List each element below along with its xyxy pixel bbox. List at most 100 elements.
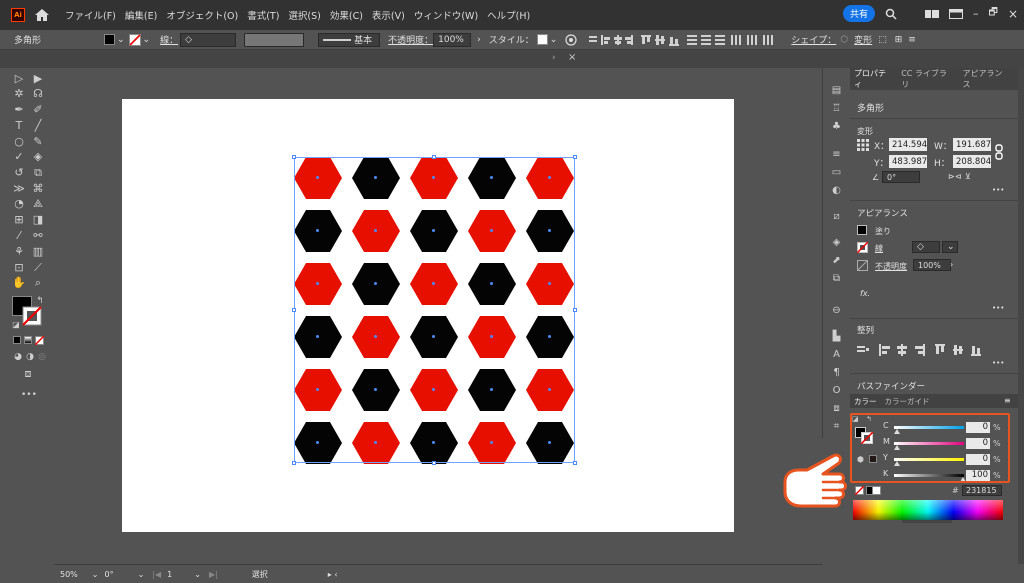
align-buttons[interactable] [857,344,987,356]
export-icon[interactable]: ⬈ [830,254,843,267]
chevron-right-icon[interactable]: › [950,260,953,269]
transform-label[interactable]: 変形 [854,33,872,46]
pen-tool-icon[interactable]: ✒ [12,103,26,117]
menu-window[interactable]: ウィンドウ(W) [414,8,478,22]
h-input[interactable]: 208.804 [953,155,991,168]
symbols-panel-icon[interactable]: ♣ [830,120,843,133]
menu-type[interactable]: 書式(T) [247,8,279,22]
resize-handle[interactable] [292,155,296,159]
layers-panel-icon[interactable]: ◈ [830,236,843,249]
pathfinder-panel-icon[interactable]: ⧈ [830,402,843,415]
rotation-value[interactable]: 0° [104,570,113,579]
search-icon[interactable] [885,8,897,20]
default-colors-icon[interactable]: ◪ [9,318,23,332]
w-input[interactable]: 191.687 [953,138,991,151]
minimize-button[interactable]: – [973,7,979,20]
lasso-tool-icon[interactable]: ☊ [31,87,45,101]
transparency-panel-icon[interactable]: ◐ [830,184,843,197]
resize-handle[interactable] [432,461,436,465]
character-panel-icon[interactable]: A [830,348,843,361]
menu-edit[interactable]: 編集(E) [125,8,157,22]
perspective-grid-tool-icon[interactable]: ⟁ [31,197,45,211]
shape-builder-tool-icon[interactable]: ◔ [12,197,26,211]
more-options-icon[interactable]: ••• [992,186,1004,194]
status-arrow-icon[interactable]: ▸ ‹ [328,570,338,579]
eraser-tool-icon[interactable]: ◈ [31,150,45,164]
recolor-icon[interactable] [565,33,577,46]
artboards-panel-icon[interactable]: ⧉ [830,272,843,285]
stroke-swatch[interactable] [128,33,141,46]
stroke-weight-dropdown[interactable]: ⌄ [942,241,958,253]
more-options-icon[interactable]: ••• [992,359,1004,367]
graph-tool-icon[interactable]: ▥ [31,245,45,259]
shaper-tool-icon[interactable]: ✓ [12,150,26,164]
panel-resize-handle[interactable] [902,520,952,523]
hex-color-input[interactable]: 231815 [962,485,1002,496]
paintbrush-tool-icon[interactable]: ✎ [31,135,45,149]
chevron-right-icon[interactable]: › [477,35,481,45]
right-scrollbar[interactable] [1018,68,1024,564]
menu-view[interactable]: 表示(V) [372,8,405,22]
transform-panel-icon[interactable]: ⌗ [830,420,843,433]
panel-menu-icon[interactable]: ≡ [1004,396,1011,405]
color-mode-icon[interactable] [13,336,21,344]
reference-point-icon[interactable] [857,139,869,151]
blend-tool-icon[interactable]: ⚯ [31,229,45,243]
asset-export-icon[interactable]: ⧄ [830,210,843,223]
menu-effect[interactable]: 効果(C) [330,8,363,22]
screen-mode-icon[interactable]: ⧈ [21,367,35,381]
y-input[interactable]: 483.987 [889,155,927,168]
opacity-input[interactable]: 100% [913,259,951,271]
stroke-weight-input[interactable]: ◇ [912,241,940,253]
symbol-sprayer-tool-icon[interactable]: ⚘ [12,245,26,259]
isolate-icon[interactable]: ⬚ [878,35,887,45]
share-button[interactable]: 共有 [843,5,876,22]
links-panel-icon[interactable]: ⊖ [830,304,843,317]
libraries-panel-icon[interactable]: ♖ [830,102,843,115]
resize-handle[interactable] [573,461,577,465]
draw-inside-icon[interactable]: ◎ [35,350,49,364]
more-options-icon[interactable]: ••• [992,304,1004,312]
gradient-panel-icon[interactable]: ▭ [830,166,843,179]
gradient-tool-icon[interactable]: ◨ [31,213,45,227]
style-swatch[interactable] [536,34,548,45]
stroke-panel-icon[interactable]: ≡ [830,148,843,161]
rotate-tool-icon[interactable]: ↺ [12,166,26,180]
shape-label[interactable]: シェイプ： [791,33,836,46]
constrain-proportions-icon[interactable] [995,144,1003,160]
variable-width-dropdown[interactable] [244,32,305,47]
opacity-input[interactable]: 100% [433,32,472,47]
tab-properties[interactable]: プロパティ [854,68,893,90]
hand-tool-icon[interactable]: ✋ [12,276,26,290]
slice-tool-icon[interactable]: ⟋ [31,261,45,275]
menu-select[interactable]: 選択(S) [288,8,320,22]
menu-file[interactable]: ファイル(F) [65,8,116,22]
flip-vertical-icon[interactable]: ⊻ [965,172,971,181]
align-icons[interactable] [589,34,779,46]
stroke-weight-input[interactable]: ◇ [180,32,237,47]
opentype-panel-icon[interactable]: O [830,384,843,397]
chevron-down-icon[interactable]: ⌄ [138,570,145,579]
gradient-mode-icon[interactable] [24,336,32,344]
type-tool-icon[interactable]: T [12,119,26,133]
resize-handle[interactable] [292,308,296,312]
none-mode-icon[interactable] [35,336,44,345]
white-color-swatch[interactable] [872,486,881,495]
tab-cc-libraries[interactable]: CC ライブラリ [901,68,954,90]
flip-horizontal-icon[interactable]: ⊳⊲ [948,172,961,181]
opacity-label[interactable]: 不透明度 [875,261,907,272]
color-spectrum[interactable] [853,500,1003,520]
eyedropper-tool-icon[interactable]: ⁄ [12,229,26,243]
scale-tool-icon[interactable]: ⧉ [31,166,45,180]
app-icon[interactable]: Ai [11,8,25,22]
resize-handle[interactable] [573,308,577,312]
mesh-tool-icon[interactable]: ⊞ [12,213,26,227]
stroke-label[interactable]: 線： [160,33,178,46]
free-transform-tool-icon[interactable]: ⌘ [31,182,45,196]
angle-input[interactable]: 0° [882,171,920,183]
resize-handle[interactable] [292,461,296,465]
fill-swatch[interactable] [857,225,867,235]
direct-selection-tool-icon[interactable]: ▶ [31,72,45,86]
workspace-icon[interactable] [925,9,940,19]
chevron-down-icon[interactable]: ⌄ [194,570,201,579]
